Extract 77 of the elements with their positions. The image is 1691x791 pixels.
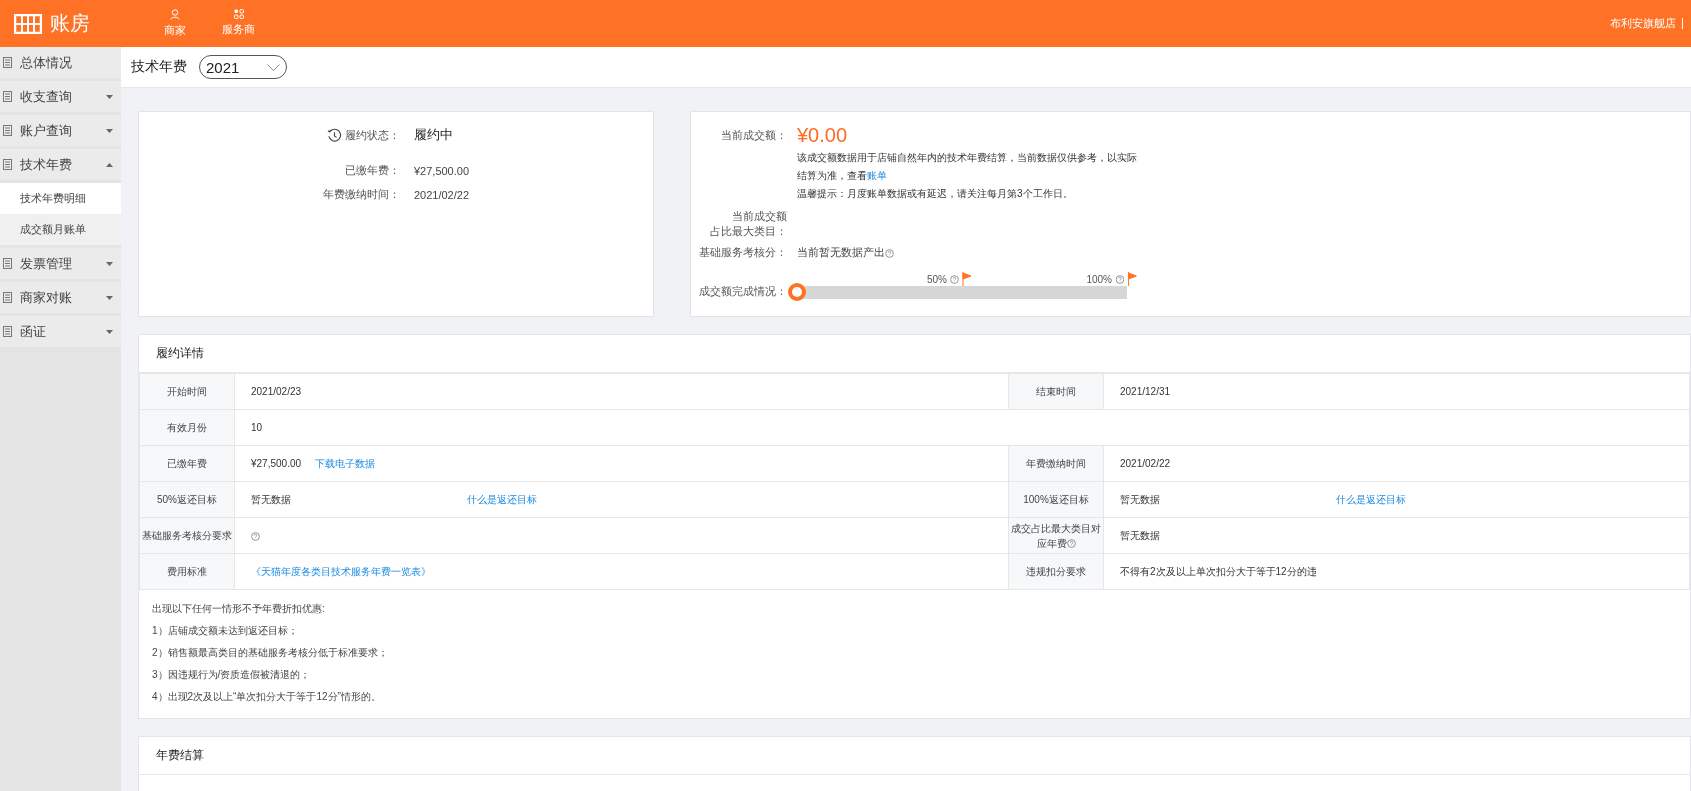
table-header-cell: 违规扣分要求 [1008,553,1104,590]
help-icon [1115,274,1124,284]
table-header-cell: 基础服务考核分要求 [139,517,235,554]
table-cell: 不得有2次及以上单次扣分大于等于12分的违 [1103,553,1690,590]
milestone-label: 50% [927,273,947,285]
document-icon [3,292,12,303]
sidebar-subitem[interactable]: 技术年费明细 [0,183,121,214]
document-icon [3,326,12,337]
table-cell: 10 [234,409,1690,446]
table-link[interactable]: 《天猫年度各类目技术服务年费一览表》 [251,565,431,577]
app-name: 账房 [50,11,90,36]
rule-text: 出现以下任何一情形不予年费折扣优惠: [152,602,326,616]
table-cell: 暂无数据 什么是返还目标 [234,481,1009,518]
field-label: 成交额完成情况： [698,284,787,299]
field-value: 当前暂无数据产出 [797,245,1690,260]
table-link[interactable]: 下载电子数据 [315,457,376,469]
milestone-label: 100% [1086,273,1112,285]
flag-icon [962,272,972,286]
help-icon [885,248,894,258]
sidebar-item[interactable]: 收支查询 [0,81,121,112]
document-icon [3,91,12,102]
document-icon [3,258,12,269]
rule-text: 3）因违规行为/资质造假被清退的； [152,668,312,682]
document-icon [3,125,12,136]
table-header-cell: 开始时间 [139,373,235,410]
history-icon [326,127,342,143]
sidebar-item[interactable]: 技术年费 [0,149,121,180]
field-label: 当前成交额： [720,128,787,143]
sidebar-item[interactable]: 商家对账 [0,282,121,313]
table-header-cell: 100%返还目标 [1008,481,1104,518]
rule-text: 4）出现2次及以上“单次扣分大于等于12分”情形的。 [152,690,382,704]
person-icon [170,9,180,20]
table-header-cell: 年费缴纳时间 [1008,445,1104,482]
rule-text: 1）店铺成交额未达到返还目标； [152,624,299,638]
table-header-cell: 结束时间 [1008,373,1104,410]
table-cell: 2021/02/23 [234,373,1009,410]
table-header-cell: 已缴年费 [139,445,235,482]
grid-icon [233,9,244,19]
store-name: 布利安旗舰店 [1610,18,1683,29]
progress-thumb[interactable] [788,283,806,301]
sidebar-item[interactable]: 发票管理 [0,248,121,279]
flag-icon [1127,272,1137,286]
sidebar-item[interactable]: 总体情况 [0,47,121,78]
table-cell: 暂无数据 什么是返还目标 [1103,481,1690,518]
tip-text: 温馨提示：月度账单数据或有延迟，请关注每月第3个工作日。 [797,187,1074,201]
document-icon [3,57,12,68]
field-label: 当前成交额 占比最大类目： [709,209,787,239]
field-value: ¥27,500.00 [413,164,470,177]
bill-link[interactable]: 账单 [867,170,887,181]
table-cell: ¥27,500.00 下载电子数据 [234,445,1009,482]
field-label: 年费缴纳时间： [322,187,400,202]
page-title: 技术年费 [131,58,187,76]
status-label: 履约状态： [322,126,400,144]
table-link[interactable]: 什么是返还目标 [1336,493,1406,505]
table-link[interactable]: 什么是返还目标 [467,493,537,505]
section-title: 年费结算 [139,737,1690,775]
rule-text: 2）销售额最高类目的基础服务考核分低于标准要求； [152,646,389,660]
sidebar-subitem[interactable]: 成交额月账单 [0,214,121,245]
logo-icon [14,13,42,34]
field-label: 基础服务考核分： [698,245,787,260]
table-header-cell: 有效月份 [139,409,235,446]
table-cell: 暂无数据 [1103,517,1690,554]
sidebar-item[interactable]: 函证 [0,316,121,347]
table-header-cell: 费用标准 [139,553,235,590]
help-icon [950,274,959,284]
table-header-cell: 50%返还目标 [139,481,235,518]
status-value: 履约中 [413,126,454,144]
turnover-amount: ¥0.00 [797,124,849,147]
turnover-note: 该成交额数据用于店铺自然年内的技术年费结算，当前数据仅供参考，以实际结算为准，查看账单 [797,151,1138,183]
table-header-cell: 成交占比最大类目对应年费 [1008,517,1104,554]
chevron-icon [267,63,280,71]
table-cell: 2021/02/22 [1103,445,1690,482]
field-value: 2021/02/22 [413,188,470,201]
field-label: 已缴年费： [343,163,400,178]
table-cell: 2021/12/31 [1103,373,1690,410]
document-icon [3,159,12,170]
sidebar-item[interactable]: 账户查询 [0,115,121,146]
